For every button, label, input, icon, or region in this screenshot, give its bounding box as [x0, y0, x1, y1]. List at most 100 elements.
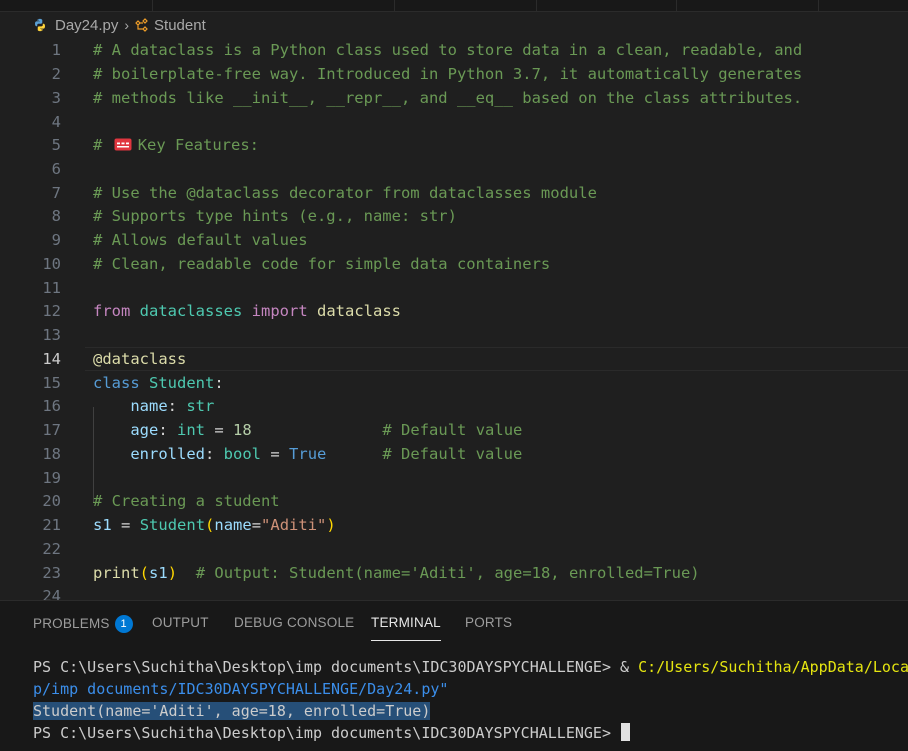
tab-label: DEBUG CONSOLE [234, 615, 355, 630]
tab-problems[interactable]: PROBLEMS 1 [33, 615, 133, 633]
line-number: 19 [42, 469, 61, 487]
code-line: 6 [0, 157, 908, 181]
line-number: 12 [42, 302, 61, 320]
tab-terminal[interactable]: TERMINAL [371, 615, 441, 641]
chevron-right-icon: › [124, 17, 130, 33]
terminal-output-selected: Student(name='Aditi', age=18, enrolled=T… [33, 702, 431, 720]
line-number: 3 [51, 89, 61, 107]
tab-label: PORTS [465, 615, 513, 630]
tab-divider [818, 0, 819, 11]
code-text: # Key Features: [93, 133, 259, 157]
code-text: s1 = Student(name="Aditi") [93, 516, 336, 534]
line-number: 7 [51, 184, 61, 202]
line-number: 13 [42, 326, 61, 344]
code-line: 24 [0, 584, 908, 600]
terminal-output[interactable]: PS C:\Users\Suchitha\Desktop\imp documen… [33, 656, 908, 744]
code-line: 2 # boilerplate-free way. Introduced in P… [0, 62, 908, 86]
breadcrumb: Day24.py › Student [0, 12, 908, 38]
line-number: 8 [51, 207, 61, 225]
code-line: 10 # Clean, readable code for simple data… [0, 252, 908, 276]
line-number: 22 [42, 540, 61, 558]
terminal-line: Student(name='Aditi', age=18, enrolled=T… [33, 700, 908, 722]
panel-tabs: PROBLEMS 1 OUTPUT DEBUG CONSOLE TERMINAL … [0, 601, 908, 645]
tab-label: OUTPUT [152, 615, 209, 630]
code-line: 8 # Supports type hints (e.g., name: str) [0, 204, 908, 228]
code-line: 12 from dataclasses import dataclass [0, 299, 908, 323]
code-text: # Supports type hints (e.g., name: str) [93, 207, 457, 225]
code-editor[interactable]: 1 # A dataclass is a Python class used to… [0, 38, 908, 600]
code-line: 4 [0, 110, 908, 134]
line-number: 24 [42, 587, 61, 600]
tab-divider [536, 0, 537, 11]
code-line: 5 # Key Features: [0, 133, 908, 157]
line-number: 18 [42, 445, 61, 463]
tab-label: PROBLEMS [33, 616, 110, 631]
breadcrumb-symbol[interactable]: Student [134, 17, 206, 34]
terminal-prompt: PS C:\Users\Suchitha\Desktop\imp documen… [33, 724, 611, 742]
terminal-line: p/imp documents/IDC30DAYSPYCHALLENGE/Day… [33, 680, 449, 698]
code-line: 7 # Use the @dataclass decorator from dat… [0, 181, 908, 205]
line-number: 1 [51, 41, 61, 59]
tab-label: TERMINAL [371, 615, 441, 630]
code-text: @dataclass [93, 350, 187, 368]
code-text: enrolled: bool = True # Default value [130, 445, 523, 463]
tab-divider [676, 0, 677, 11]
code-line: 13 [0, 323, 908, 347]
line-number: 2 [51, 65, 61, 83]
code-line: 15 class Student: [0, 371, 908, 395]
code-text: # A dataclass is a Python class used to … [93, 41, 803, 59]
tab-divider [394, 0, 395, 11]
code-line: 22 [0, 537, 908, 561]
editor-tab-strip [0, 0, 908, 12]
tab-divider [152, 0, 153, 11]
tab-ports[interactable]: PORTS [465, 615, 512, 630]
code-text: name: str [130, 397, 215, 415]
line-number: 6 [51, 160, 61, 178]
code-line: 20 # Creating a student [0, 489, 908, 513]
terminal-command-path: C:/Users/Suchitha/AppData/Local/ [638, 658, 908, 676]
tab-output[interactable]: OUTPUT [152, 615, 209, 630]
line-number: 14 [42, 350, 61, 368]
code-line: 9 # Allows default values [0, 228, 908, 252]
line-number: 10 [42, 255, 61, 273]
red-label-emoji-icon [114, 138, 132, 151]
terminal-prompt: PS C:\Users\Suchitha\Desktop\imp documen… [33, 658, 620, 676]
code-text: class Student: [93, 374, 224, 392]
terminal-line: PS C:\Users\Suchitha\Desktop\imp documen… [33, 656, 908, 678]
code-text: # Clean, readable code for simple data c… [93, 255, 551, 273]
code-text: # boilerplate-free way. Introduced in Py… [93, 65, 803, 83]
bottom-panel: PROBLEMS 1 OUTPUT DEBUG CONSOLE TERMINAL … [0, 600, 908, 751]
comment-text: Key Features: [137, 136, 260, 154]
code-line: 16 name: str [0, 394, 908, 418]
code-text: from dataclasses import dataclass [93, 302, 402, 320]
code-line: 11 [0, 276, 908, 300]
code-text: # Creating a student [93, 492, 280, 510]
line-number: 9 [51, 231, 61, 249]
code-text: # Use the @dataclass decorator from data… [93, 184, 597, 202]
line-number: 17 [42, 421, 61, 439]
breadcrumb-file-label: Day24.py [55, 16, 119, 34]
terminal-cursor [620, 723, 630, 741]
line-number: 20 [42, 492, 61, 510]
code-line: 3 # methods like __init__, __repr__, and … [0, 86, 908, 110]
line-number: 23 [42, 564, 61, 582]
code-text: print(s1) # Output: Student(name='Aditi'… [93, 564, 700, 582]
tab-debug-console[interactable]: DEBUG CONSOLE [234, 615, 354, 630]
line-number: 16 [42, 397, 61, 415]
line-number: 21 [42, 516, 61, 534]
line-number: 15 [42, 374, 61, 392]
breadcrumb-file[interactable]: Day24.py [33, 17, 118, 34]
line-number: 11 [42, 279, 61, 297]
code-line: 18 enrolled: bool = True # Default value [0, 442, 908, 466]
code-text: # Allows default values [93, 231, 308, 249]
code-line: 19 [0, 466, 908, 490]
line-number: 4 [51, 113, 61, 131]
code-line: 23 print(s1) # Output: Student(name='Adit… [0, 561, 908, 585]
class-symbol-icon [135, 18, 148, 32]
line-number: 5 [51, 136, 61, 154]
code-text: age: int = 18 # Default value [130, 421, 523, 439]
terminal-operator: & [620, 658, 639, 676]
code-line-current: 14 @dataclass [0, 347, 908, 371]
code-text: # methods like __init__, __repr__, and _… [93, 89, 803, 107]
code-line: 21 s1 = Student(name="Aditi") [0, 513, 908, 537]
